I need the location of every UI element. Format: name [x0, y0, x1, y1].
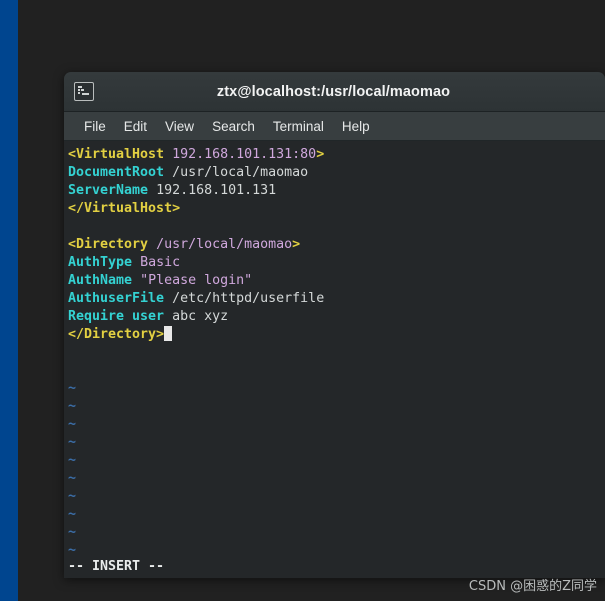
- window-title-bar[interactable]: ztx@localhost:/usr/local/maomao: [64, 72, 605, 112]
- code-line: ServerName 192.168.101.131: [68, 182, 605, 200]
- syntax-tag: <VirtualHost: [68, 147, 165, 162]
- desktop-background: ztx@localhost:/usr/local/maomao File Edi…: [0, 0, 605, 601]
- text-cursor: [164, 326, 173, 341]
- syntax-tag: </VirtualHost>: [68, 201, 181, 216]
- window-title: ztx@localhost:/usr/local/maomao: [216, 83, 451, 100]
- vim-status-line: -- INSERT --: [68, 559, 165, 574]
- syntax-value: 192.168.101.131:80: [172, 147, 317, 162]
- vim-editor-viewport[interactable]: <VirtualHost 192.168.101.131:80> Document…: [64, 141, 605, 578]
- syntax-plain: /etc/httpd/userfile: [172, 291, 325, 306]
- code-line: AuthName "Please login": [68, 272, 605, 290]
- desktop-left-accent-strip: [0, 0, 18, 601]
- menu-item-help[interactable]: Help: [333, 117, 379, 136]
- menu-item-search[interactable]: Search: [203, 117, 264, 136]
- syntax-directive: ServerName: [68, 183, 149, 198]
- tilde-line: ~: [68, 525, 77, 540]
- code-line: AuthType Basic: [68, 254, 605, 272]
- tilde-line: ~: [68, 489, 77, 504]
- tilde-line: ~: [68, 507, 77, 522]
- code-line: </VirtualHost>: [68, 200, 605, 218]
- menu-item-terminal[interactable]: Terminal: [264, 117, 333, 136]
- syntax-plain: abc xyz: [172, 309, 229, 324]
- code-line: AuthuserFile /etc/httpd/userfile: [68, 290, 605, 308]
- syntax-plain: /usr/local/maomao: [172, 165, 309, 180]
- syntax-tag: <Directory: [68, 237, 149, 252]
- syntax-value: "Please login": [140, 273, 253, 288]
- tilde-line: ~: [68, 471, 77, 486]
- syntax-directive: AuthuserFile: [68, 291, 165, 306]
- syntax-directive: DocumentRoot: [68, 165, 165, 180]
- code-line: </Directory>: [68, 326, 605, 344]
- syntax-directive: AuthType: [68, 255, 133, 270]
- tilde-line: ~: [68, 453, 77, 468]
- menu-item-edit[interactable]: Edit: [115, 117, 156, 136]
- syntax-tag: </Directory>: [68, 327, 165, 342]
- syntax-value: /usr/local/maomao: [156, 237, 293, 252]
- vim-tilde-filler-lines: ~ ~ ~ ~ ~ ~ ~ ~ ~ ~: [68, 344, 605, 560]
- code-line: <Directory /usr/local/maomao>: [68, 236, 605, 254]
- menu-item-file[interactable]: File: [75, 117, 115, 136]
- tilde-line: ~: [68, 417, 77, 432]
- tilde-line: ~: [68, 399, 77, 414]
- syntax-value: Basic: [140, 255, 181, 270]
- tilde-line: ~: [68, 435, 77, 450]
- syntax-directive: Require user: [68, 309, 165, 324]
- terminal-window[interactable]: ztx@localhost:/usr/local/maomao File Edi…: [64, 72, 605, 578]
- tilde-line: ~: [68, 381, 77, 396]
- syntax-tag: >: [292, 237, 301, 252]
- syntax-tag: >: [316, 147, 325, 162]
- watermark-text: CSDN @困惑的Z同学: [468, 579, 597, 594]
- menu-bar: File Edit View Search Terminal Help: [64, 112, 605, 141]
- menu-item-view[interactable]: View: [156, 117, 203, 136]
- code-line: <VirtualHost 192.168.101.131:80>: [68, 146, 605, 164]
- vim-text-buffer[interactable]: <VirtualHost 192.168.101.131:80> Document…: [68, 146, 605, 344]
- syntax-directive: AuthName: [68, 273, 133, 288]
- tilde-spacer: [68, 344, 605, 380]
- terminal-icon: [74, 82, 94, 101]
- syntax-plain: 192.168.101.131: [156, 183, 277, 198]
- code-line: Require user abc xyz: [68, 308, 605, 326]
- code-line: DocumentRoot /usr/local/maomao: [68, 164, 605, 182]
